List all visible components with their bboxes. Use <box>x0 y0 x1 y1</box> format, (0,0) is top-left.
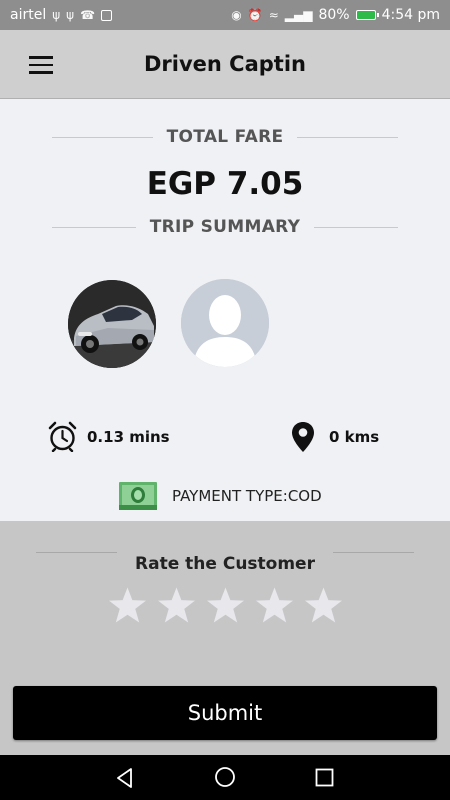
star-1-icon[interactable] <box>108 585 147 625</box>
home-icon[interactable] <box>214 766 236 788</box>
payment-type-text: PAYMENT TYPE:COD <box>172 487 322 505</box>
wifi-icon: ≈ <box>268 8 279 22</box>
trip-distance: 0 kms <box>291 421 379 453</box>
divider-right <box>332 551 415 553</box>
status-bar-left: airtel ψ ψ ☎ <box>10 7 113 23</box>
trip-duration: 0.13 mins <box>48 421 170 452</box>
divider-right <box>314 226 398 228</box>
fare-amount: EGP 7.05 <box>146 166 304 202</box>
divider-left <box>52 226 136 228</box>
whatsapp-icon: ☎ <box>80 8 96 22</box>
usb-debug-icon: ψ <box>66 8 75 22</box>
carrier-name: airtel <box>10 7 47 23</box>
total-fare-label: TOTAL FARE <box>166 127 284 147</box>
duration-value: 0.13 mins <box>87 427 170 446</box>
location-pin-icon <box>292 422 314 452</box>
trip-summary-label: TRIP SUMMARY <box>149 217 301 237</box>
divider-left <box>36 551 118 553</box>
star-4-icon[interactable] <box>255 585 294 625</box>
status-time: 4:54 pm <box>381 7 440 23</box>
status-bar: airtel ψ ψ ☎ ◉ ⏰ ≈ ▂▄▆ 80% 4:54 pm <box>0 0 450 30</box>
alarm-clock-icon <box>48 421 77 452</box>
alarm-status-icon: ⏰ <box>247 8 263 22</box>
car-avatar <box>68 280 156 368</box>
star-rating <box>108 585 343 625</box>
app-notification-icon <box>101 9 113 21</box>
back-icon[interactable] <box>114 767 136 789</box>
submit-button[interactable]: Submit <box>13 686 437 740</box>
customer-avatar-placeholder <box>181 279 269 367</box>
star-5-icon[interactable] <box>304 585 343 625</box>
location-status-icon: ◉ <box>231 8 242 22</box>
trip-summary-header: TRIP SUMMARY <box>52 217 398 237</box>
battery-icon <box>355 10 379 20</box>
distance-value: 0 kms <box>329 428 380 446</box>
star-2-icon[interactable] <box>157 585 196 625</box>
recent-apps-icon[interactable] <box>315 768 334 787</box>
total-fare-header: TOTAL FARE <box>52 127 399 147</box>
signal-icon: ▂▄▆ <box>284 8 313 22</box>
hamburger-menu-icon[interactable] <box>29 56 53 74</box>
battery-percent: 80% <box>318 7 350 23</box>
system-navigation-bar <box>0 755 450 800</box>
app-title: Driven Captin <box>144 52 306 76</box>
usb-icon: ψ <box>52 8 61 22</box>
star-3-icon[interactable] <box>206 585 245 625</box>
app-bar: Driven Captin <box>0 30 450 99</box>
cash-money-icon <box>119 482 157 510</box>
divider-right <box>297 136 399 138</box>
payment-type: PAYMENT TYPE:COD <box>118 481 322 511</box>
rate-customer-title: Rate the Customer <box>135 554 315 574</box>
status-bar-right: ◉ ⏰ ≈ ▂▄▆ 80% 4:54 pm <box>231 7 440 23</box>
rate-customer-header: Rate the Customer <box>36 542 415 574</box>
divider-left <box>52 136 153 138</box>
